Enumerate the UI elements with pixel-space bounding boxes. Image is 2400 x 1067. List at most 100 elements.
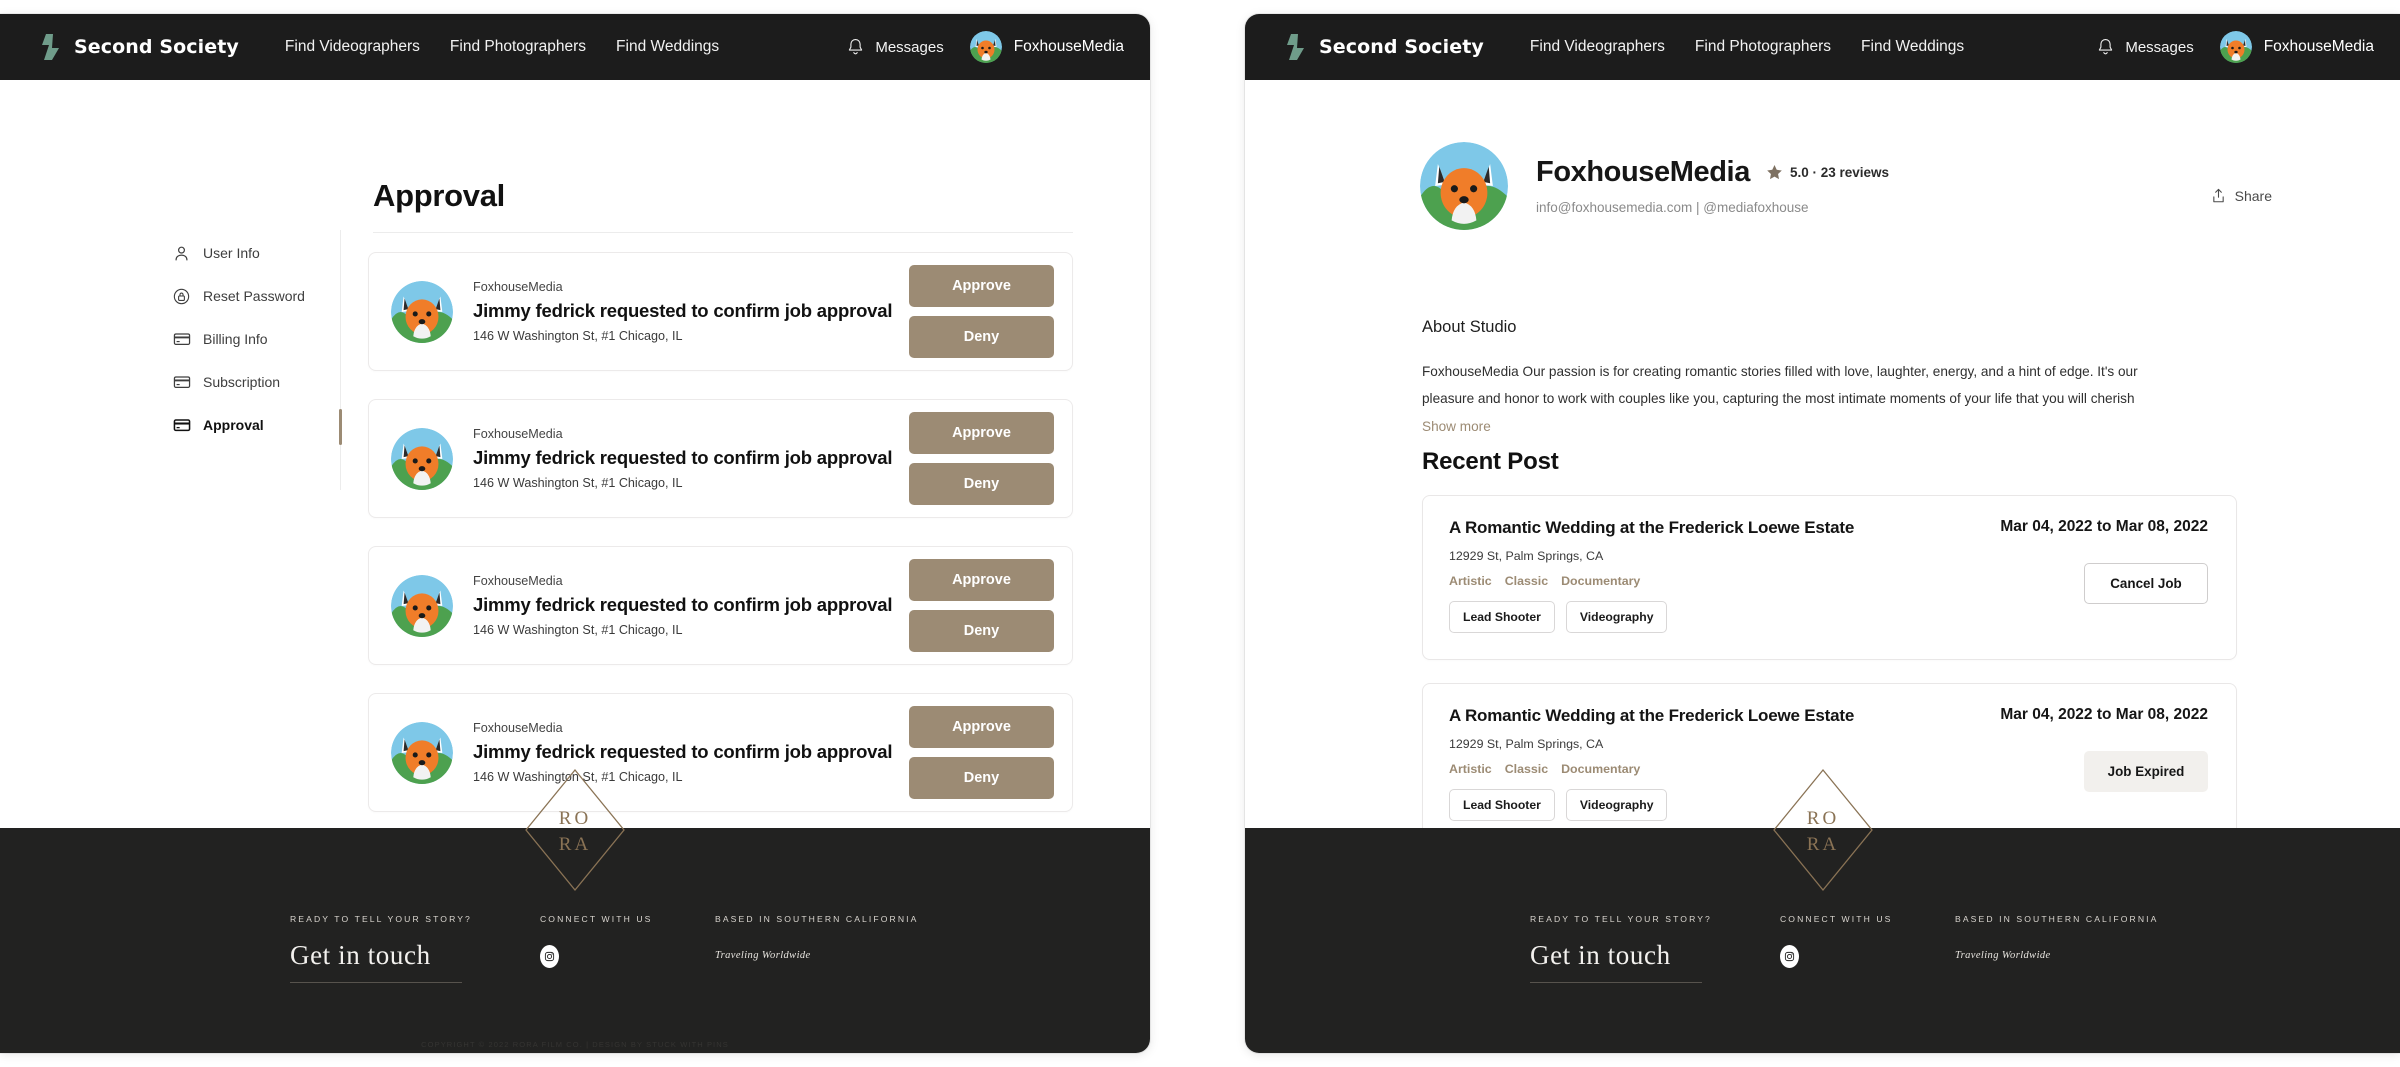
nav-find-videographers[interactable]: Find Videographers [285, 38, 420, 56]
sidebar-item-billing-info[interactable]: Billing Info [172, 318, 338, 360]
profile-avatar [1420, 142, 1508, 230]
deny-button[interactable]: Deny [909, 316, 1054, 358]
job-meta: Mar 04, 2022 to Mar 08, 2022 Cancel Job [2000, 518, 2208, 633]
share-button[interactable]: Share [2211, 188, 2272, 204]
approval-address: 146 W Washington St, #1 Chicago, IL [473, 770, 683, 784]
profile-text-block: FoxhouseMedia 5.0 · 23 reviews info@foxh… [1536, 142, 1889, 215]
cancel-job-button[interactable]: Cancel Job [2084, 563, 2208, 604]
brand-logo[interactable]: Second Society [1287, 34, 1484, 60]
messages-button[interactable]: Messages [2097, 38, 2194, 57]
approval-card: FoxhouseMedia Jimmy fedrick requested to… [368, 252, 1073, 371]
footer-location-column: BASED IN SOUTHERN CALIFORNIA Traveling W… [715, 914, 1045, 983]
footer-location-column: BASED IN SOUTHERN CALIFORNIA Traveling W… [1955, 914, 2285, 983]
role-pill-videography[interactable]: Videography [1565, 789, 1668, 821]
brand-logo[interactable]: Second Society [42, 34, 239, 60]
sidebar-item-label: Approval [203, 417, 264, 433]
deny-button[interactable]: Deny [909, 757, 1054, 799]
sidebar-item-label: User Info [203, 245, 260, 261]
nav-find-photographers[interactable]: Find Photographers [450, 38, 586, 56]
approval-card-list: FoxhouseMedia Jimmy fedrick requested to… [368, 252, 1073, 840]
user-menu[interactable]: FoxhouseMedia [969, 31, 1124, 63]
profile-page-panel: Second Society Find Videographers Find P… [1245, 14, 2400, 1053]
approval-message: Jimmy fedrick requested to confirm job a… [473, 741, 893, 762]
approval-studio-name: FoxhouseMedia [473, 574, 563, 588]
sidebar-item-user-info[interactable]: User Info [172, 232, 338, 274]
user-menu[interactable]: FoxhouseMedia [2219, 31, 2374, 63]
footer-kicker-location: BASED IN SOUTHERN CALIFORNIA [1955, 914, 2159, 924]
nav-find-weddings[interactable]: Find Weddings [616, 38, 719, 56]
job-tag: Documentary [1561, 574, 1641, 588]
nav-find-videographers[interactable]: Find Videographers [1530, 38, 1665, 56]
job-tag: Artistic [1449, 762, 1492, 776]
role-pill-videography[interactable]: Videography [1565, 601, 1668, 633]
approve-button[interactable]: Approve [909, 265, 1054, 307]
messages-button[interactable]: Messages [847, 38, 944, 57]
footer-social-column: CONNECT WITH US [540, 914, 715, 983]
nav-find-weddings[interactable]: Find Weddings [1861, 38, 1964, 56]
job-address: 12929 St, Palm Springs, CA [1449, 549, 1604, 563]
job-expired-badge: Job Expired [2084, 751, 2208, 792]
show-more-link[interactable]: Show more [1422, 419, 1491, 434]
deny-button[interactable]: Deny [909, 610, 1054, 652]
profile-contact: info@foxhousemedia.com | @mediafoxhouse [1536, 200, 1809, 215]
job-tag: Classic [1504, 762, 1549, 776]
footer-columns: READY TO TELL YOUR STORY? Get in touch C… [0, 914, 1150, 983]
about-section: About Studio FoxhouseMedia Our passion i… [1422, 318, 2142, 440]
credit-card-icon [172, 330, 191, 349]
user-icon [172, 244, 191, 263]
instagram-icon[interactable] [540, 945, 559, 968]
profile-name: FoxhouseMedia [1536, 156, 1750, 188]
approval-card-info: FoxhouseMedia Jimmy fedrick requested to… [473, 721, 909, 784]
job-tags: Artistic Classic Documentary [1449, 762, 1854, 776]
deny-button[interactable]: Deny [909, 463, 1054, 505]
svg-text:RA: RA [559, 834, 591, 855]
studio-avatar [391, 574, 453, 637]
about-text: FoxhouseMedia Our passion is for creatin… [1422, 364, 2138, 407]
sidebar-item-subscription[interactable]: Subscription [172, 361, 338, 403]
studio-avatar [391, 721, 453, 784]
studio-avatar [391, 280, 453, 343]
approval-studio-name: FoxhouseMedia [473, 721, 563, 735]
left-footer: RO RA READY TO TELL YOUR STORY? Get in t… [0, 768, 1150, 1053]
footer-kicker-location: BASED IN SOUTHERN CALIFORNIA [715, 914, 919, 924]
user-name: FoxhouseMedia [2263, 38, 2374, 55]
profile-name-row: FoxhouseMedia 5.0 · 23 reviews [1536, 156, 1889, 189]
footer-get-in-touch[interactable]: Get in touch [1530, 940, 1780, 971]
avatar [969, 31, 1002, 63]
job-details: A Romantic Wedding at the Frederick Loew… [1449, 518, 1854, 633]
footer-kicker-story: READY TO TELL YOUR STORY? [290, 914, 472, 924]
job-card: A Romantic Wedding at the Frederick Loew… [1422, 683, 2237, 848]
approve-button[interactable]: Approve [909, 706, 1054, 748]
approve-button[interactable]: Approve [909, 559, 1054, 601]
footer-get-in-touch[interactable]: Get in touch [290, 940, 540, 971]
footer-social-column: CONNECT WITH US [1780, 914, 1955, 983]
share-icon [2212, 188, 2224, 203]
instagram-icon[interactable] [1780, 945, 1799, 968]
bell-icon [849, 38, 863, 54]
sidebar-item-reset-password[interactable]: Reset Password [172, 275, 338, 317]
approval-card-info: FoxhouseMedia Jimmy fedrick requested to… [473, 574, 909, 637]
title-divider [373, 232, 1073, 233]
svg-text:RA: RA [1806, 834, 1838, 855]
about-body: FoxhouseMedia Our passion is for creatin… [1422, 358, 2142, 440]
job-title: A Romantic Wedding at the Frederick Loew… [1449, 518, 1855, 537]
second-society-logo-icon [42, 34, 59, 60]
approval-address: 146 W Washington St, #1 Chicago, IL [473, 329, 683, 343]
footer-kicker-story: READY TO TELL YOUR STORY? [1530, 914, 1712, 924]
job-address: 12929 St, Palm Springs, CA [1449, 737, 1604, 751]
footer-contact-column: READY TO TELL YOUR STORY? Get in touch [1530, 914, 1780, 983]
approval-message: Jimmy fedrick requested to confirm job a… [473, 594, 893, 615]
approve-button[interactable]: Approve [909, 412, 1054, 454]
footer-underline [1530, 982, 1702, 983]
right-topbar: Second Society Find Videographers Find P… [1245, 14, 2400, 80]
messages-label: Messages [2125, 38, 2194, 56]
role-pill-lead-shooter[interactable]: Lead Shooter [1449, 601, 1555, 633]
sidebar-item-approval[interactable]: Approval [172, 404, 338, 446]
left-topbar-right: Messages FoxhouseMedia [847, 31, 1124, 63]
approval-card: FoxhouseMedia Jimmy fedrick requested to… [368, 546, 1073, 665]
profile-header: FoxhouseMedia 5.0 · 23 reviews info@foxh… [1420, 142, 1889, 230]
footer-copyright: COPYRIGHT © 2022 RORA FILM CO. | DESIGN … [421, 1040, 729, 1049]
footer-traveling-note: Traveling Worldwide [715, 950, 811, 961]
nav-find-photographers[interactable]: Find Photographers [1695, 38, 1831, 56]
role-pill-lead-shooter[interactable]: Lead Shooter [1449, 789, 1555, 821]
